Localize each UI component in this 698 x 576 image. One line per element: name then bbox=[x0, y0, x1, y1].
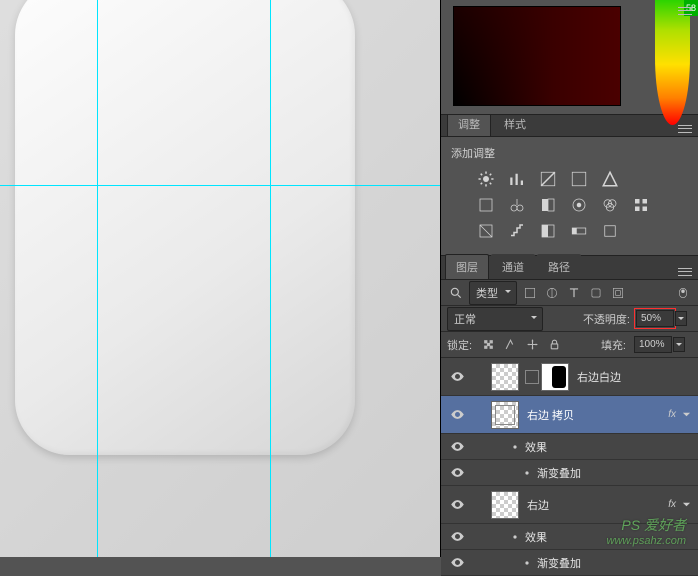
filter-toggle-switch[interactable] bbox=[674, 284, 692, 302]
layer-effect-row[interactable]: 渐变叠加 bbox=[441, 460, 698, 486]
fx-badge[interactable]: fx bbox=[668, 409, 676, 420]
blend-mode-dropdown[interactable]: 正常 bbox=[447, 307, 543, 331]
layer-filter-row: 类型 bbox=[441, 280, 698, 306]
tab-paths[interactable]: 路径 bbox=[537, 254, 581, 279]
mask-thumbnail[interactable] bbox=[541, 363, 569, 391]
adjustment-icons-row-3 bbox=[451, 221, 688, 241]
effect-bullet-icon bbox=[509, 533, 521, 541]
brightness-icon[interactable] bbox=[475, 169, 497, 189]
tab-layers[interactable]: 图层 bbox=[445, 254, 489, 279]
adjustments-panel: 调整 样式 添加调整 bbox=[441, 115, 698, 256]
filter-smart-icon[interactable] bbox=[609, 284, 627, 302]
layer-thumbnail[interactable] bbox=[491, 401, 519, 429]
layer-row[interactable]: 右边 拷贝 fx bbox=[441, 396, 698, 434]
guide-vertical-1[interactable] bbox=[97, 0, 98, 557]
lock-pixels-icon[interactable] bbox=[502, 337, 518, 353]
filter-type-icon[interactable] bbox=[565, 284, 583, 302]
exposure-icon[interactable] bbox=[568, 169, 590, 189]
lock-transparency-icon[interactable] bbox=[480, 337, 496, 353]
artwork-shape bbox=[15, 0, 355, 455]
visibility-toggle[interactable] bbox=[441, 439, 473, 454]
lock-fill-row: 锁定: 填充: 100% bbox=[441, 332, 698, 358]
effect-bullet-icon bbox=[521, 469, 533, 477]
gradient-map-icon[interactable] bbox=[568, 221, 590, 241]
adjustment-icons-row-2 bbox=[451, 195, 688, 215]
hue-sat-icon[interactable] bbox=[475, 195, 497, 215]
effect-label[interactable]: 渐变叠加 bbox=[537, 465, 698, 481]
channel-mixer-icon[interactable] bbox=[599, 195, 621, 215]
visibility-toggle[interactable] bbox=[441, 407, 473, 422]
search-icon[interactable] bbox=[447, 284, 465, 302]
hue-wheel[interactable] bbox=[655, 0, 690, 125]
layer-thumbnail[interactable] bbox=[491, 491, 519, 519]
effect-bullet-icon bbox=[521, 559, 533, 567]
color-field[interactable] bbox=[453, 6, 621, 106]
opacity-label: 不透明度: bbox=[583, 311, 630, 327]
adjustments-title: 添加调整 bbox=[451, 145, 688, 161]
layer-effect-row[interactable]: 效果 bbox=[441, 434, 698, 460]
effect-bullet-icon bbox=[509, 443, 521, 451]
visibility-toggle[interactable] bbox=[441, 555, 473, 570]
filter-shape-icon[interactable] bbox=[587, 284, 605, 302]
vibrance-icon[interactable] bbox=[599, 169, 621, 189]
layer-name[interactable]: 右边白边 bbox=[577, 369, 698, 385]
panel-menu-icon[interactable] bbox=[676, 4, 694, 18]
photo-filter-icon[interactable] bbox=[568, 195, 590, 215]
link-mask-icon[interactable] bbox=[525, 370, 539, 384]
fx-expand-icon[interactable] bbox=[680, 499, 692, 511]
lock-position-icon[interactable] bbox=[524, 337, 540, 353]
posterize-icon[interactable] bbox=[506, 221, 528, 241]
panel-menu-icon[interactable] bbox=[676, 122, 694, 136]
filter-adjustment-icon[interactable] bbox=[543, 284, 561, 302]
color-balance-icon[interactable] bbox=[506, 195, 528, 215]
guide-vertical-2[interactable] bbox=[270, 0, 271, 557]
color-panel: 58 bbox=[441, 0, 698, 115]
canvas-area[interactable] bbox=[0, 0, 440, 557]
curves-icon[interactable] bbox=[537, 169, 559, 189]
filter-type-dropdown[interactable]: 类型 bbox=[469, 281, 517, 305]
filter-pixel-icon[interactable] bbox=[521, 284, 539, 302]
visibility-toggle[interactable] bbox=[441, 497, 473, 512]
visibility-toggle[interactable] bbox=[441, 529, 473, 544]
selective-color-icon[interactable] bbox=[599, 221, 621, 241]
blend-opacity-row: 正常 不透明度: 50% bbox=[441, 306, 698, 332]
fill-dropdown-arrow[interactable] bbox=[673, 337, 685, 352]
threshold-icon[interactable] bbox=[537, 221, 559, 241]
fill-input[interactable]: 100% bbox=[634, 336, 672, 353]
fx-badge[interactable]: fx bbox=[668, 499, 676, 510]
fill-label: 填充: bbox=[601, 337, 626, 353]
effect-label[interactable]: 效果 bbox=[525, 439, 698, 455]
adjustments-tabs: 调整 样式 bbox=[441, 115, 698, 137]
layer-row[interactable]: 右边白边 bbox=[441, 358, 698, 396]
visibility-toggle[interactable] bbox=[441, 465, 473, 480]
adjustment-icons-row-1 bbox=[451, 169, 688, 189]
layer-name[interactable]: 右边 拷贝 bbox=[527, 407, 668, 423]
color-lookup-icon[interactable] bbox=[630, 195, 652, 215]
lock-label: 锁定: bbox=[447, 337, 472, 353]
fx-expand-icon[interactable] bbox=[680, 409, 692, 421]
guide-horizontal[interactable] bbox=[0, 185, 440, 186]
visibility-toggle[interactable] bbox=[441, 369, 473, 384]
layers-tabs: 图层 通道 路径 bbox=[441, 256, 698, 280]
layer-thumbnail[interactable] bbox=[491, 363, 519, 391]
watermark: PS 爱好者 www.psahz.com bbox=[607, 515, 686, 547]
invert-icon[interactable] bbox=[475, 221, 497, 241]
opacity-input[interactable]: 50% bbox=[636, 310, 674, 327]
panels-column: 58 调整 样式 添加调整 bbox=[440, 0, 698, 557]
levels-icon[interactable] bbox=[506, 169, 528, 189]
tab-channels[interactable]: 通道 bbox=[491, 254, 535, 279]
panel-menu-icon[interactable] bbox=[676, 265, 694, 279]
opacity-dropdown-arrow[interactable] bbox=[675, 311, 687, 326]
lock-all-icon[interactable] bbox=[546, 337, 562, 353]
black-white-icon[interactable] bbox=[537, 195, 559, 215]
layer-effect-row[interactable]: 渐变叠加 bbox=[441, 550, 698, 576]
layer-name[interactable]: 右边 bbox=[527, 497, 668, 513]
